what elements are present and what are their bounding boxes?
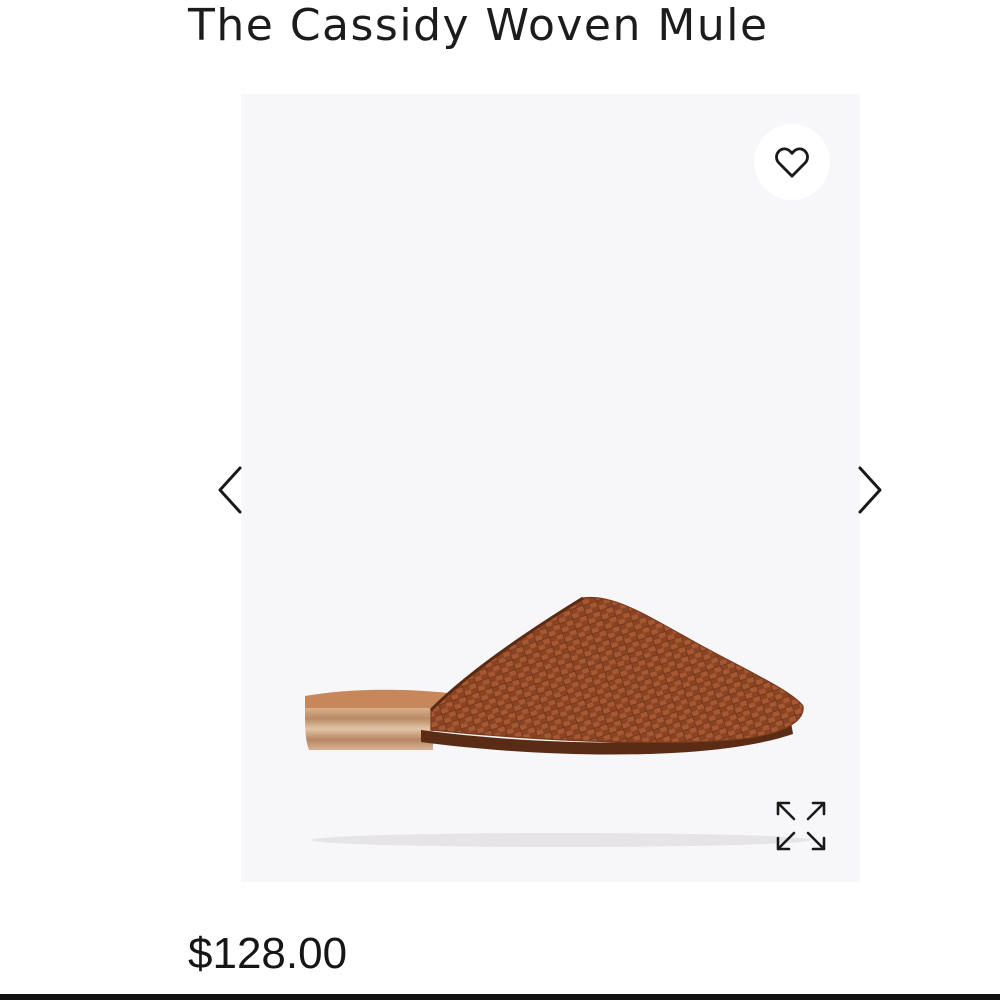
heart-outline-icon <box>775 147 809 178</box>
product-price: $128.00 <box>188 929 348 978</box>
product-title: The Cassidy Woven Mule <box>188 0 769 51</box>
chevron-left-icon <box>218 466 242 514</box>
expand-image-button[interactable] <box>769 794 833 858</box>
bottom-divider <box>0 994 1000 1000</box>
expand-arrows-icon <box>776 801 826 851</box>
favorite-button[interactable] <box>754 124 830 200</box>
product-image-gallery[interactable] <box>241 94 860 882</box>
next-image-button[interactable] <box>846 458 894 522</box>
product-image-woven-mule <box>305 596 811 847</box>
previous-image-button[interactable] <box>206 458 254 522</box>
chevron-right-icon <box>858 466 882 514</box>
